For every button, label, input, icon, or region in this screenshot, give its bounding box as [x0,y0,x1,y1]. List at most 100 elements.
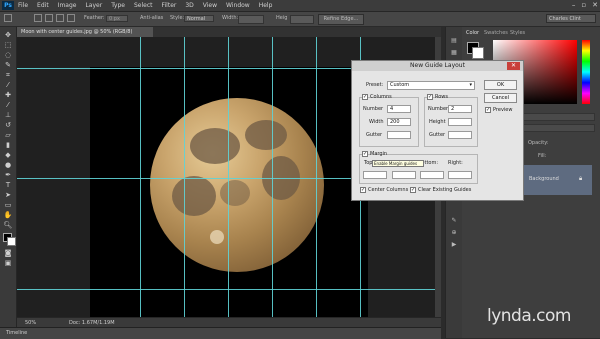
marquee-icon[interactable]: ⬚ [3,41,13,49]
tooltip: Enable Margin guides [372,160,424,167]
columns-checkbox[interactable]: ✓ [362,94,368,100]
columns-number-input[interactable]: 4 [387,105,411,113]
shape-icon[interactable]: ▭ [3,201,13,209]
properties-panel-icon[interactable]: ▦ [450,49,458,57]
preview-checkbox[interactable]: ✓ [485,107,491,113]
timeline-bar: Timeline [0,327,441,339]
dialog-close-button[interactable]: ✕ [507,62,520,70]
hue-slider[interactable] [582,40,590,104]
history-panel-icon[interactable]: ▤ [450,37,458,45]
close-icon[interactable]: ✕ [592,1,598,9]
margin-top-input[interactable] [363,171,387,179]
width-input[interactable] [238,15,264,24]
marquee-tool-icon[interactable] [4,14,12,22]
zoom-icon[interactable]: 🔍︎ [3,221,13,229]
brush-panel-icon[interactable]: ✎ [450,217,458,225]
gradient-icon[interactable]: ▮ [3,141,13,149]
brush-icon[interactable]: ⁄ [3,101,13,109]
clear-guides-label: Clear Existing Guides [418,187,472,193]
rows-checkbox[interactable]: ✓ [427,94,433,100]
columns-width-input[interactable]: 200 [387,118,411,126]
tab-strip [153,27,441,37]
height-input[interactable] [290,15,314,24]
zoom-level[interactable]: 50% [25,320,36,326]
maximize-icon[interactable]: ▫ [581,1,586,9]
guide-vertical-2[interactable] [184,37,185,317]
path-select-icon[interactable]: ➤ [3,191,13,199]
menu-filter[interactable]: Filter [162,2,177,9]
tab-color[interactable]: Color [466,30,479,36]
menu-window[interactable]: Window [226,2,250,9]
document-tab[interactable]: Moon with center guides.jpg @ 50% (RGB/8… [17,27,153,37]
eraser-icon[interactable]: ▱ [3,131,13,139]
new-selection-icon[interactable] [34,14,42,22]
crop-icon[interactable]: ⌗ [3,71,13,79]
add-selection-icon[interactable] [45,14,53,22]
guide-vertical-3[interactable] [228,37,229,317]
margin-left-input[interactable] [392,171,416,179]
margin-right-input[interactable] [448,171,472,179]
tab-swatches[interactable]: Swatches [484,30,508,36]
margin-bottom-input[interactable] [420,171,444,179]
lock-icon: 🔒︎ [579,175,583,182]
move-tool-icon[interactable]: ✥ [3,31,13,39]
menu-type[interactable]: Type [111,2,125,9]
new-guide-layout-dialog: New Guide Layout ✕ Preset: Custom ▾ ✓ Co… [351,60,524,201]
lasso-icon[interactable]: ◌ [3,51,13,59]
screen-mode-icon[interactable]: ▣ [3,259,13,267]
cancel-button[interactable]: Cancel [484,93,517,103]
menu-3d[interactable]: 3D [185,2,193,9]
minimize-icon[interactable]: – [572,1,576,9]
background-color[interactable] [472,47,484,59]
blur-icon[interactable]: ◆ [3,151,13,159]
actions-panel-icon[interactable]: ▶ [450,241,458,249]
rows-gutter-input[interactable] [448,131,472,139]
moon-image [150,98,324,272]
subtract-selection-icon[interactable] [56,14,64,22]
rows-number-input[interactable]: 2 [448,105,472,113]
dialog-title: New Guide Layout [352,61,523,71]
clone-stamp-icon[interactable]: ⊥ [3,111,13,119]
menu-view[interactable]: View [203,2,217,9]
type-tool-icon[interactable]: T [3,181,13,189]
menu-edit[interactable]: Edit [37,2,49,9]
intersect-selection-icon[interactable] [67,14,75,22]
background-color-swatch[interactable] [7,237,16,246]
menu-select[interactable]: Select [134,2,153,9]
pen-icon[interactable]: ✒ [3,171,13,179]
healing-brush-icon[interactable]: ✚ [3,91,13,99]
menu-layer[interactable]: Layer [85,2,102,9]
dodge-icon[interactable]: ● [3,161,13,169]
columns-gutter-input[interactable] [387,131,411,139]
tab-styles[interactable]: Styles [510,30,525,36]
center-columns-checkbox[interactable]: ✓ [360,187,366,193]
layer-name[interactable]: Background [529,176,559,182]
layer-row-selected[interactable]: Background 🔒︎ [515,165,592,195]
margin-checkbox[interactable]: ✓ [362,151,368,157]
quick-mask-icon[interactable]: ◙ [3,249,13,257]
eyedropper-icon[interactable]: ⁄ [3,81,13,89]
feather-input[interactable]: 0 px [106,15,128,22]
preset-select[interactable]: Custom ▾ [387,81,475,90]
clear-guides-checkbox[interactable]: ✓ [410,187,416,193]
columns-label: Columns [370,94,392,100]
history-brush-icon[interactable]: ↺ [3,121,13,129]
hand-icon[interactable]: ✋ [3,211,13,219]
menu-bar: Ps File Edit Image Layer Type Select Fil… [0,0,600,12]
ok-button[interactable]: OK [484,80,517,90]
menu-file[interactable]: File [18,2,28,9]
guide-vertical-5[interactable] [316,37,317,317]
guide-vertical-1[interactable] [140,37,141,317]
menu-help[interactable]: Help [259,2,273,9]
timeline-label[interactable]: Timeline [6,330,27,336]
guide-vertical-4[interactable] [272,37,273,317]
rows-height-input[interactable] [448,118,472,126]
menu-image[interactable]: Image [58,2,77,9]
antialias-label[interactable]: Anti-alias [140,15,163,21]
guide-horizontal-bottom[interactable] [17,289,441,290]
quick-select-icon[interactable]: ✎ [3,61,13,69]
style-select[interactable]: Normal [184,15,214,22]
clone-source-icon[interactable]: ⊕ [450,229,458,237]
refine-edge-button[interactable]: Refine Edge... [318,14,364,25]
workspace-select[interactable]: Charles Clint [546,14,596,23]
